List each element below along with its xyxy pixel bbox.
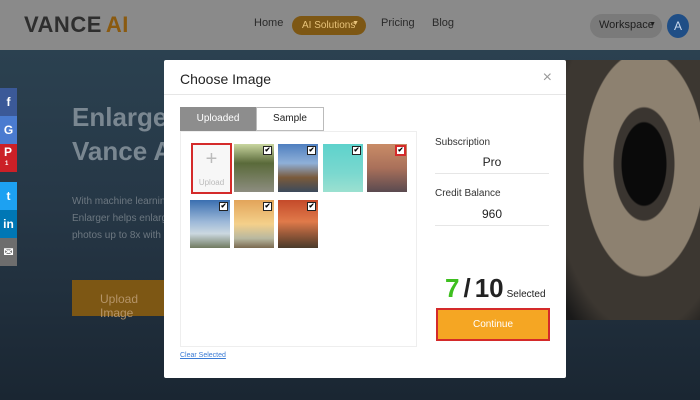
google-icon: G: [3, 123, 14, 137]
nav-home[interactable]: Home: [254, 17, 283, 29]
image-thumb-sea-rock[interactable]: ✔: [190, 200, 230, 248]
nav-pricing[interactable]: Pricing: [381, 17, 415, 29]
checkbox-checked[interactable]: ✔: [307, 146, 316, 155]
checkbox-checked[interactable]: ✔: [263, 202, 272, 211]
upload-label: Upload: [198, 178, 225, 187]
chevron-down-icon: ▼: [649, 21, 656, 28]
image-thumb-misty-dusk[interactable]: ✔: [367, 144, 407, 192]
credit-balance-label: Credit Balance: [435, 188, 501, 199]
subscription-label: Subscription: [435, 137, 491, 148]
close-icon[interactable]: ×: [543, 69, 552, 87]
image-thumb-rocky-coast[interactable]: ✔: [278, 144, 318, 192]
counter-slash: /: [463, 273, 471, 303]
workspace-dropdown[interactable]: Workspace ▼: [590, 14, 662, 38]
modal-divider: [164, 94, 566, 95]
nav-ai-solutions[interactable]: AI Solutions ▼: [292, 16, 366, 35]
logo-text: VANCE: [24, 12, 102, 37]
selected-count: 7: [445, 273, 460, 303]
linkedin-icon: in: [3, 217, 14, 231]
hero-text-line1: With machine learning a: [72, 196, 180, 207]
twitter-share-button[interactable]: t: [0, 182, 17, 210]
email-share-button[interactable]: ✉: [0, 238, 17, 266]
credit-balance-value: 960: [481, 207, 503, 221]
subscription-value: Pro: [482, 155, 502, 169]
modal-title: Choose Image: [180, 71, 272, 87]
eye-image: [560, 60, 700, 320]
linkedin-share-button[interactable]: in: [0, 210, 17, 238]
logo-accent: AI: [105, 12, 129, 37]
choose-image-modal: Choose Image × Uploaded Sample + Upload …: [164, 60, 566, 378]
selected-total: 10: [474, 273, 504, 303]
hero-text-line2: Enlarger helps enlarge i: [72, 213, 178, 224]
checkbox-checked[interactable]: ✔: [352, 146, 361, 155]
image-thumb-golden-sunset[interactable]: ✔: [234, 200, 274, 248]
divider: [435, 225, 549, 226]
tab-uploaded[interactable]: Uploaded: [180, 107, 256, 131]
checkbox-checked[interactable]: ✔: [395, 145, 406, 156]
email-icon: ✉: [3, 245, 14, 259]
upload-tile[interactable]: + Upload: [191, 143, 232, 194]
checkbox-checked[interactable]: ✔: [307, 202, 316, 211]
vance-ai-logo[interactable]: VANCE AI: [24, 12, 129, 38]
share-count: 1: [5, 161, 9, 167]
tab-sample[interactable]: Sample: [256, 107, 324, 131]
chevron-down-icon: ▼: [352, 20, 359, 27]
top-header: VANCE AI Home AI Solutions ▼ Pricing Blog …: [0, 0, 700, 50]
image-thumb-red-sky[interactable]: ✔: [278, 200, 318, 248]
selection-counter: 7/10 Selected: [445, 273, 546, 304]
image-thumb-balloons[interactable]: ✔: [323, 144, 363, 192]
checkbox-checked[interactable]: ✔: [263, 146, 272, 155]
nav-ai-solutions-label: AI Solutions: [302, 20, 356, 31]
workspace-label: Workspace: [599, 19, 654, 31]
image-thumb-road[interactable]: ✔: [234, 144, 274, 192]
upload-image-button[interactable]: Upload Image: [72, 280, 172, 320]
nav-blog[interactable]: Blog: [432, 17, 454, 29]
facebook-share-button[interactable]: f: [0, 88, 17, 116]
continue-button[interactable]: Continue: [436, 308, 550, 341]
hero-description: With machine learning a Enlarger helps e…: [72, 193, 180, 244]
selected-label: Selected: [506, 289, 546, 300]
clear-selected-link[interactable]: Clear Selected: [180, 352, 226, 359]
hero-text-line3: photos up to 8x with qu: [72, 230, 175, 241]
divider: [435, 173, 549, 174]
twitter-icon: t: [6, 189, 11, 203]
pinterest-share-button[interactable]: P1: [0, 144, 17, 172]
image-grid: + Upload ✔ ✔ ✔ ✔ ✔ ✔ ✔: [180, 131, 417, 347]
plus-icon: +: [205, 148, 218, 170]
facebook-icon: f: [6, 95, 11, 109]
checkbox-checked[interactable]: ✔: [219, 202, 228, 211]
avatar[interactable]: A: [667, 14, 689, 38]
